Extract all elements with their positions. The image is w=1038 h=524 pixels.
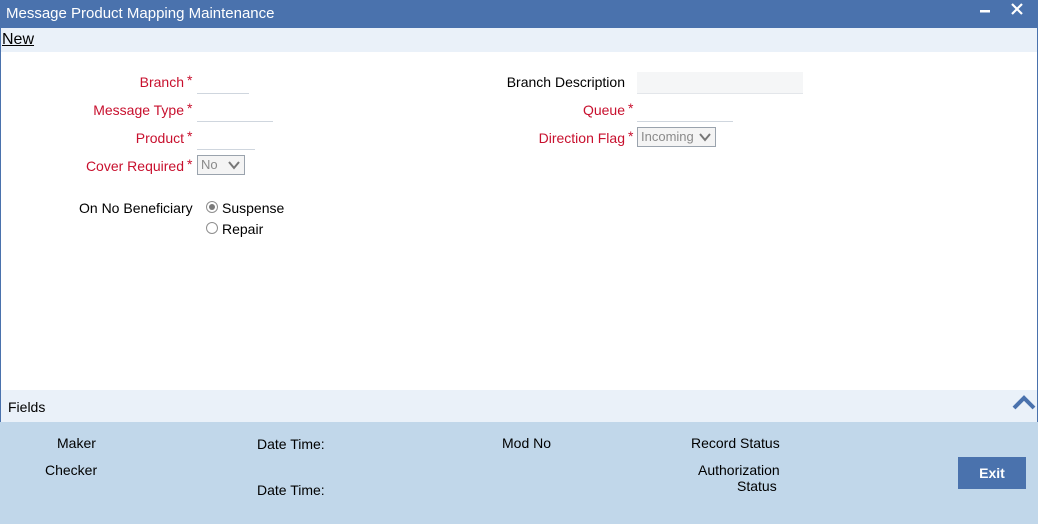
- message-type-label: Message Type: [93, 102, 184, 118]
- close-icon[interactable]: [1010, 2, 1024, 21]
- checker-label: Checker: [45, 462, 98, 478]
- product-label: Product: [135, 130, 184, 146]
- menu-bar: New: [0, 28, 1038, 52]
- branch-description-label: Branch Description: [506, 74, 625, 90]
- branch-input[interactable]: [197, 72, 249, 94]
- direction-flag-label: Direction Flag: [538, 130, 625, 146]
- maker-label: Maker: [57, 435, 96, 451]
- collapse-chevron-up-icon[interactable]: [1011, 392, 1037, 414]
- form-area: Branch * Message Type * Product * Cover …: [0, 52, 1038, 390]
- cover-required-label: Cover Required: [85, 158, 184, 174]
- product-input[interactable]: [197, 128, 255, 150]
- minimize-icon[interactable]: [978, 2, 992, 21]
- repair-radio[interactable]: [206, 222, 218, 234]
- maker-date-time-label: Date Time:: [257, 436, 325, 452]
- suspense-radio[interactable]: [206, 201, 218, 213]
- required-marker: *: [187, 100, 193, 116]
- required-marker: *: [187, 128, 193, 144]
- queue-input[interactable]: [637, 100, 733, 122]
- cover-required-select[interactable]: No: [197, 155, 245, 175]
- fields-bar: Fields: [0, 390, 1038, 422]
- queue-label: Queue: [582, 102, 625, 118]
- chevron-down-icon: [228, 161, 240, 170]
- exit-button[interactable]: Exit: [958, 457, 1026, 489]
- direction-flag-value: Incoming: [641, 129, 694, 144]
- on-no-beneficiary-label: On No Beneficiary: [79, 200, 193, 216]
- required-marker: *: [628, 100, 634, 116]
- checker-date-time-label: Date Time:: [257, 482, 325, 498]
- window-titlebar: Message Product Mapping Maintenance: [0, 0, 1038, 28]
- direction-flag-select[interactable]: Incoming: [637, 127, 716, 147]
- authorization-status-label-line2: Status: [737, 478, 777, 494]
- audit-panel: Maker Checker Date Time: Date Time: Mod …: [0, 422, 1038, 524]
- suspense-label: Suspense: [222, 200, 285, 216]
- mod-no-label: Mod No: [502, 435, 552, 451]
- window-title: Message Product Mapping Maintenance: [6, 5, 275, 22]
- authorization-status-label-line1: Authorization: [698, 462, 780, 478]
- required-marker: *: [628, 128, 634, 144]
- fields-label: Fields: [8, 399, 46, 415]
- required-marker: *: [187, 72, 193, 88]
- required-marker: *: [187, 156, 193, 172]
- record-status-label: Record Status: [691, 435, 780, 451]
- cover-required-value: No: [201, 157, 218, 172]
- branch-label: Branch: [139, 74, 184, 90]
- branch-description-input[interactable]: [637, 72, 803, 94]
- message-type-input[interactable]: [197, 100, 273, 122]
- repair-label: Repair: [222, 221, 264, 237]
- chevron-down-icon: [699, 133, 711, 142]
- new-menu-link[interactable]: New: [2, 31, 34, 49]
